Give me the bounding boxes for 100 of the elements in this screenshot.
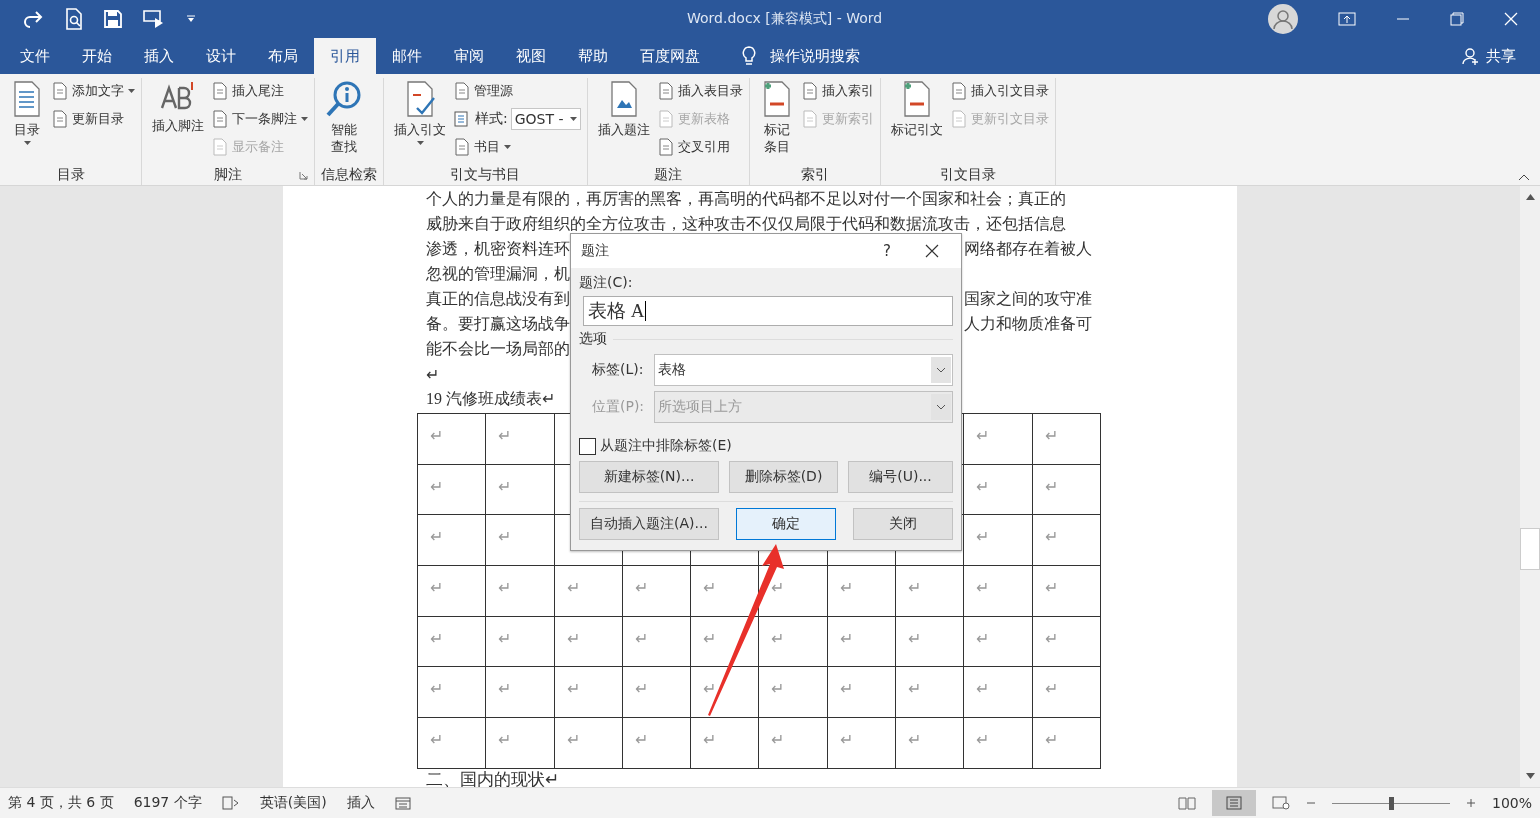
ribbon-small-button[interactable]: 交叉引用 bbox=[657, 135, 743, 159]
paragraph-text: ↵ bbox=[426, 365, 439, 384]
ribbon-tab[interactable]: 帮助 bbox=[562, 38, 624, 74]
print-preview-icon[interactable] bbox=[64, 8, 84, 30]
ribbon-tab[interactable]: 视图 bbox=[500, 38, 562, 74]
scroll-up-icon[interactable] bbox=[1525, 194, 1535, 200]
table-cell: ↵ bbox=[771, 579, 785, 597]
style-dropdown[interactable]: GOST - bbox=[510, 108, 581, 130]
ribbon-small-button[interactable]: 书目 bbox=[454, 135, 581, 159]
paragraph-text: 网络都存在着被人 bbox=[964, 239, 1092, 259]
table-cell: ↵ bbox=[634, 579, 648, 597]
table-cell: ↵ bbox=[498, 680, 512, 698]
person-add-icon bbox=[1462, 47, 1480, 65]
page-icon bbox=[52, 110, 68, 128]
ribbon-small-button[interactable]: 更新目录 bbox=[52, 107, 135, 131]
ribbon-display-icon[interactable] bbox=[1338, 12, 1356, 26]
ribbon-tab[interactable]: 邮件 bbox=[376, 38, 438, 74]
macro-icon[interactable] bbox=[394, 796, 411, 810]
read-mode-icon[interactable] bbox=[1177, 796, 1196, 810]
close-icon[interactable] bbox=[925, 244, 939, 258]
page-icon bbox=[657, 82, 674, 100]
ribbon-small-button[interactable]: 插入索引 bbox=[801, 79, 874, 103]
table-cell: ↵ bbox=[1044, 427, 1058, 444]
lightbulb-icon bbox=[742, 46, 756, 66]
table-cell: ↵ bbox=[976, 731, 990, 749]
ribbon-tab[interactable]: 设计 bbox=[190, 38, 252, 74]
table-cell: ↵ bbox=[498, 427, 512, 444]
tell-me-search[interactable]: 操作说明搜索 bbox=[770, 46, 860, 66]
ribbon-small-button[interactable]: 插入引文目录 bbox=[950, 79, 1049, 103]
ribbon-large-button[interactable]: 标记引文 bbox=[886, 78, 947, 162]
caption-input[interactable]: 表格 A bbox=[583, 296, 953, 326]
chevron-down-icon bbox=[936, 367, 946, 373]
table-cell: ↵ bbox=[703, 731, 717, 749]
ribbon-tab[interactable]: 文件 bbox=[4, 38, 66, 74]
group-label: 题注 bbox=[654, 166, 683, 184]
collapse-ribbon-icon[interactable] bbox=[1518, 174, 1530, 181]
ribbon-large-button[interactable]: 插入题注 bbox=[593, 78, 654, 162]
magnifier-info-icon bbox=[325, 80, 363, 118]
ribbon-large-button[interactable]: 插入引文 bbox=[390, 78, 450, 162]
share-button[interactable]: 共享 bbox=[1462, 38, 1516, 74]
table-cell: ↵ bbox=[703, 579, 717, 597]
table-cell: ↵ bbox=[634, 680, 648, 698]
group-label: 目录 bbox=[56, 166, 85, 184]
ribbon-small-button[interactable]: 下一条脚注 bbox=[212, 107, 308, 131]
group-label: 索引 bbox=[800, 166, 829, 184]
word-count[interactable]: 6197 个字 bbox=[133, 794, 202, 812]
ribbon-large-button[interactable]: 目录 bbox=[6, 78, 48, 162]
group-label: 信息检索 bbox=[321, 166, 377, 184]
ribbon-small-button[interactable]: 添加文字 bbox=[52, 79, 135, 103]
ribbon-large-button[interactable]: 智能查找 bbox=[321, 78, 367, 162]
dropdown-field[interactable]: 表格 bbox=[654, 354, 953, 386]
table-cell: ↵ bbox=[1044, 629, 1058, 647]
redo-icon[interactable] bbox=[22, 9, 44, 29]
zoom-in-icon[interactable] bbox=[1465, 798, 1476, 808]
style-label: 样式: bbox=[475, 110, 508, 128]
dialog-button[interactable]: 自动插入题注(A)... bbox=[579, 508, 719, 540]
paragraph-text: 忽视的管理漏洞，机 bbox=[426, 264, 570, 284]
ribbon-tab[interactable]: 引用 bbox=[314, 38, 376, 74]
vertical-scrollbar[interactable] bbox=[1520, 186, 1540, 787]
restore-icon[interactable] bbox=[1450, 12, 1464, 26]
dialog-button[interactable]: 编号(U)... bbox=[848, 461, 953, 493]
table-cell: ↵ bbox=[498, 629, 512, 647]
dialog-button[interactable]: 确定 bbox=[736, 508, 836, 540]
zoom-slider[interactable] bbox=[1388, 796, 1394, 810]
table-cell: ↵ bbox=[908, 629, 922, 647]
ribbon-tab[interactable]: 布局 bbox=[252, 38, 314, 74]
zoom-level[interactable]: 100% bbox=[1491, 795, 1532, 811]
table-cell: ↵ bbox=[771, 731, 785, 749]
ribbon-tab[interactable]: 插入 bbox=[128, 38, 190, 74]
dialog-launcher-icon[interactable] bbox=[299, 171, 308, 180]
table-cell: ↵ bbox=[430, 427, 443, 444]
customize-caret-icon[interactable] bbox=[186, 15, 196, 23]
web-layout-icon[interactable] bbox=[1271, 796, 1290, 810]
ribbon-tab[interactable]: 开始 bbox=[66, 38, 128, 74]
dialog-button[interactable]: 新建标签(N)... bbox=[579, 461, 719, 493]
page-count[interactable]: 第 4 页，共 6 页 bbox=[8, 794, 114, 812]
table-cell: ↵ bbox=[839, 731, 853, 749]
user-avatar-icon[interactable] bbox=[1268, 4, 1298, 34]
checkbox[interactable] bbox=[579, 437, 596, 455]
dialog-button[interactable]: 关闭 bbox=[853, 508, 953, 540]
ribbon-small-button[interactable]: 插入尾注 bbox=[212, 79, 308, 103]
proofing-icon[interactable] bbox=[221, 796, 240, 810]
ribbon-small-button[interactable]: 管理源 bbox=[454, 79, 581, 103]
table-cell: ↵ bbox=[498, 528, 512, 546]
language-status[interactable]: 英语(美国) bbox=[259, 794, 327, 812]
insert-mode-status[interactable]: 插入 bbox=[346, 794, 375, 812]
paragraph-text: 备。要打赢这场战争 bbox=[426, 314, 570, 334]
dialog-button[interactable]: 删除标签(D) bbox=[729, 461, 838, 493]
ribbon-large-button[interactable]: 插入脚注 bbox=[148, 78, 208, 162]
scroll-down-icon[interactable] bbox=[1525, 773, 1535, 779]
ribbon-large-button[interactable]: 标记条目 bbox=[755, 78, 798, 162]
save-icon[interactable] bbox=[104, 10, 122, 28]
ribbon-tab[interactable]: 百度网盘 bbox=[624, 38, 716, 74]
table-cell: ↵ bbox=[976, 528, 990, 546]
table-cell: ↵ bbox=[1044, 680, 1058, 698]
ribbon-tab[interactable]: 审阅 bbox=[438, 38, 500, 74]
table-cell: ↵ bbox=[634, 731, 648, 749]
scroll-thumb[interactable] bbox=[1520, 528, 1540, 570]
ribbon-small-button[interactable]: 插入表目录 bbox=[657, 79, 743, 103]
help-button[interactable]: ? bbox=[883, 242, 891, 260]
